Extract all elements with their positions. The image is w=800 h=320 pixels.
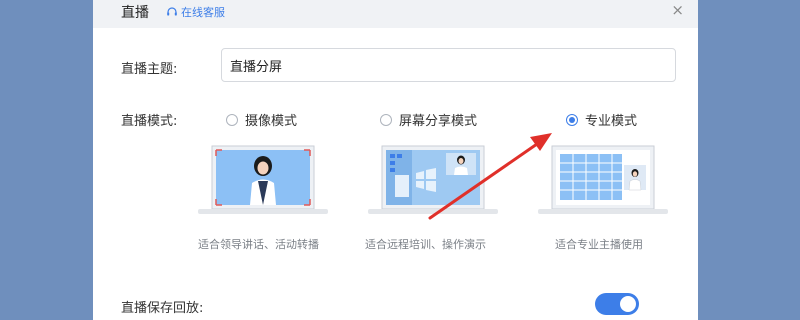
annotation-arrow [428, 133, 552, 220]
